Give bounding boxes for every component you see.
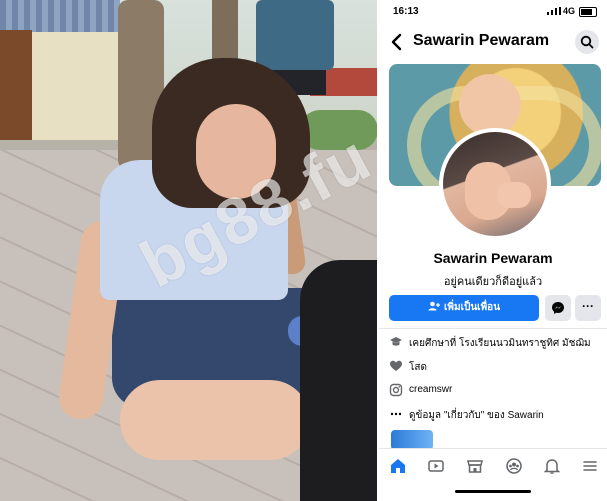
door — [0, 30, 32, 140]
bottom-tab-bar — [379, 448, 607, 483]
profile-bio: อยู่คนเดียวก็ดีอยู่แล้ว — [443, 276, 543, 288]
add-friend-label: เพิ่มเป็นเพื่อน — [443, 302, 501, 313]
education-icon — [390, 337, 402, 346]
battery-icon — [579, 7, 597, 17]
girl-legs — [120, 380, 310, 460]
groups-icon[interactable] — [505, 457, 523, 475]
video-icon[interactable] — [427, 457, 445, 475]
see-about-text: ดูข้อมูล "เกี่ยวกับ" ของ Sawarin — [409, 410, 544, 421]
heart-icon — [390, 360, 402, 371]
profile-header: Sawarin Pewaram — [379, 24, 607, 60]
messenger-button[interactable] — [545, 295, 571, 321]
roof — [0, 0, 120, 32]
home-icon[interactable] — [389, 457, 407, 475]
education-text: เคยศึกษาที่ โรงเรียนนวมินทราชูทิศ มัชฌิม — [409, 338, 591, 349]
dark-foreground — [300, 260, 378, 501]
divider — [379, 328, 607, 329]
home-indicator — [455, 490, 531, 493]
menu-icon[interactable] — [581, 457, 599, 475]
profile-actions: เพิ่มเป็นเพื่อน ··· — [389, 295, 601, 321]
network-type: 4G — [562, 6, 575, 16]
add-friend-icon — [428, 301, 440, 311]
profile-photo-preview: bg88.fu — [0, 0, 378, 501]
facebook-profile-screen: 16:13 4G Sawarin Pewaram Sawarin Pewaram… — [379, 0, 607, 501]
relationship-text: โสด — [409, 362, 427, 373]
photo-thumbnail[interactable] — [391, 430, 433, 450]
dots-icon — [390, 412, 402, 416]
status-bar: 16:13 4G — [379, 0, 607, 22]
signal-icon — [547, 7, 561, 15]
avatar-image — [443, 132, 547, 236]
baby-face — [459, 74, 521, 136]
profile-name: Sawarin Pewaram — [433, 250, 553, 266]
avatar-hand — [497, 182, 531, 208]
add-friend-button[interactable]: เพิ่มเป็นเพื่อน — [389, 295, 539, 321]
instagram-username: creamswr — [409, 384, 453, 395]
messenger-icon — [552, 302, 564, 314]
marketplace-icon[interactable] — [466, 457, 484, 475]
avatar[interactable] — [439, 128, 551, 240]
search-icon — [580, 35, 594, 49]
back-arrow-icon[interactable] — [387, 32, 409, 54]
page-title: Sawarin Pewaram — [413, 32, 550, 49]
instagram-icon — [389, 383, 403, 397]
search-button[interactable] — [575, 30, 599, 54]
more-button[interactable]: ··· — [575, 295, 601, 321]
bell-icon[interactable] — [543, 457, 561, 475]
more-icon: ··· — [582, 299, 594, 313]
status-time: 16:13 — [393, 6, 419, 17]
person-shirt — [256, 0, 334, 70]
